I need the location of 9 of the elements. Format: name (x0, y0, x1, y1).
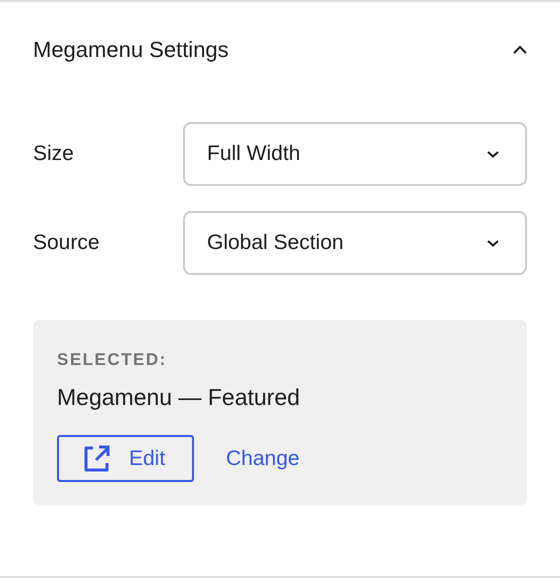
select-field[interactable]: Global Section (183, 211, 527, 275)
selected-heading: SELECTED: (57, 350, 167, 370)
panel-title: Megamenu Settings (33, 37, 229, 63)
select-field[interactable]: Full Width (183, 122, 527, 186)
field-label: Source (33, 231, 101, 255)
change-link[interactable]: Change (226, 446, 300, 470)
edit-button[interactable]: Edit (57, 435, 194, 482)
selected-value: Megamenu — Featured (57, 384, 300, 411)
field-label: Size (33, 142, 75, 166)
